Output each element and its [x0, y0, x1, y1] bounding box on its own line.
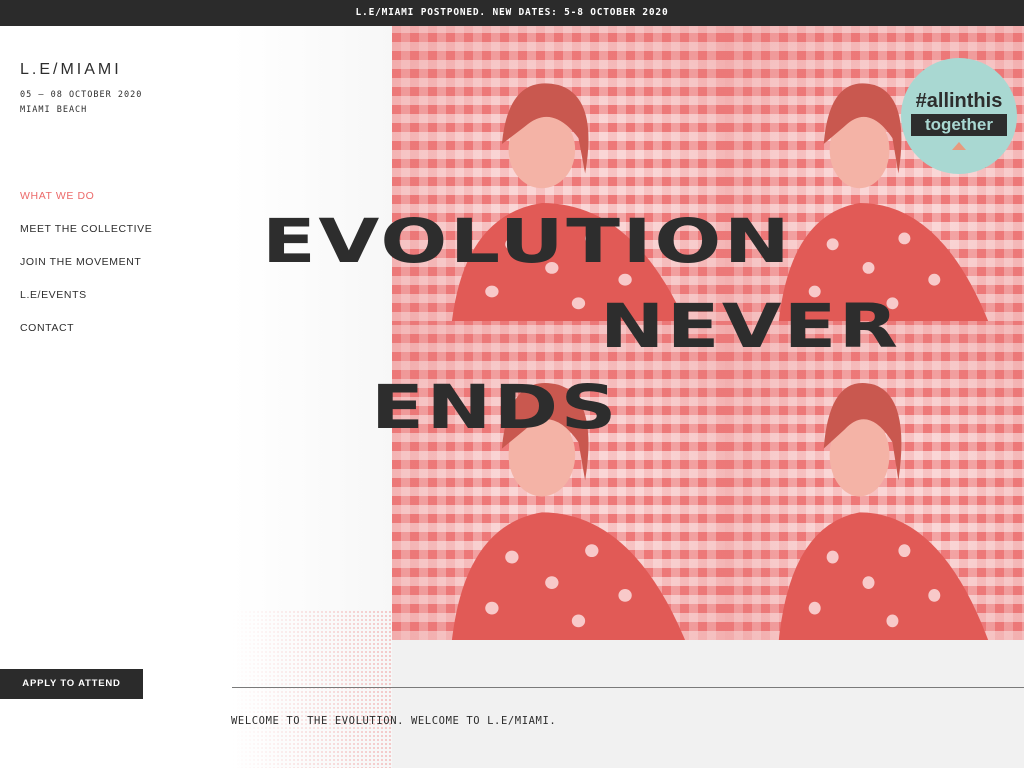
hero-headline-line-3: ENDS: [371, 371, 619, 443]
welcome-text: WELCOME TO THE EVOLUTION. WELCOME TO L.E…: [231, 715, 557, 727]
hashtag-line-2: together: [911, 114, 1007, 136]
nav-item-join-the-movement[interactable]: JOIN THE MOVEMENT: [20, 256, 141, 268]
announcement-bar: L.E/MIAMI POSTPONED. NEW DATES: 5-8 OCTO…: [0, 0, 1024, 26]
nav-item-meet-the-collective[interactable]: MEET THE COLLECTIVE: [20, 223, 152, 235]
event-location: MIAMI BEACH: [20, 105, 88, 115]
woman-portrait-image: [451, 382, 686, 640]
event-dates: 05 – 08 OCTOBER 2020: [20, 90, 143, 100]
hashtag-line-1: #allinthis: [915, 90, 1003, 112]
woman-portrait-image: [778, 382, 989, 640]
hero-image-tile: [392, 321, 725, 640]
triangle-icon: [952, 142, 966, 150]
announcement-text: L.E/MIAMI POSTPONED. NEW DATES: 5-8 OCTO…: [355, 7, 669, 18]
hashtag-badge[interactable]: #allinthis together: [901, 58, 1017, 174]
hero-headline-line-2: NEVER: [600, 290, 901, 362]
halftone-fade: [232, 610, 392, 768]
hero-headline-line-1: EVOLUTION: [262, 205, 793, 277]
nav-item-contact[interactable]: CONTACT: [20, 322, 74, 334]
lower-panel: [392, 640, 1024, 768]
hero-image-tile: [725, 321, 1024, 640]
site-logo[interactable]: L.E/MIAMI: [20, 61, 122, 79]
apply-to-attend-button[interactable]: APPLY TO ATTEND: [0, 669, 143, 699]
woman-portrait-image: [451, 83, 686, 321]
nav-item-events[interactable]: L.E/EVENTS: [20, 289, 87, 301]
nav-item-what-we-do[interactable]: WHAT WE DO: [20, 190, 94, 202]
section-divider: [232, 687, 1024, 688]
hero-image-tile: [392, 26, 725, 321]
